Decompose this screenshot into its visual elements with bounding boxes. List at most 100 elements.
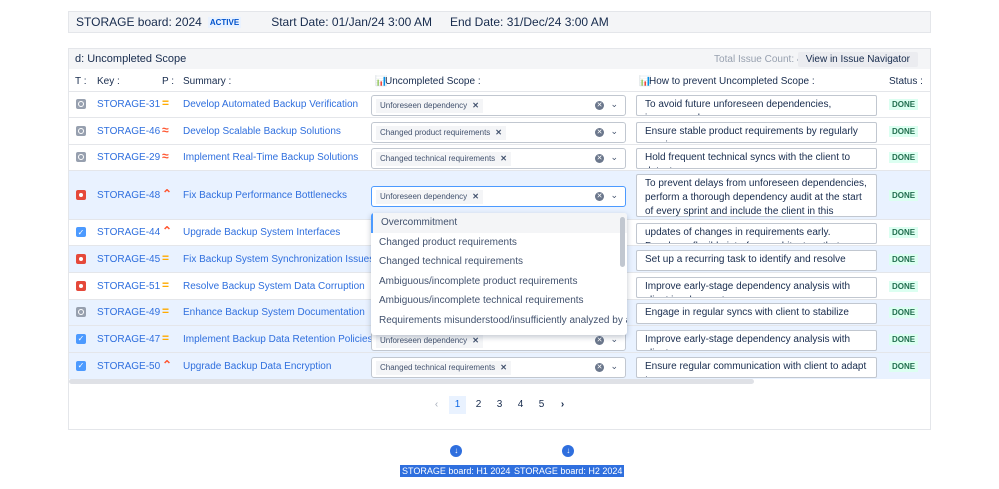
issue-summary-link[interactable]: Upgrade Backup System Interfaces [183, 227, 340, 238]
issue-summary-link[interactable]: Upgrade Backup Data Encryption [183, 361, 331, 372]
status-badge: DONE [889, 360, 919, 372]
download-h2-button[interactable]: ↓ STORAGE board: H2 2024 [512, 445, 625, 477]
issue-summary-link[interactable]: Enhance Backup System Documentation [183, 307, 365, 318]
dropdown-option[interactable]: Overcommitment [371, 213, 627, 233]
view-in-issue-navigator-button[interactable]: View in Issue Navigator [797, 52, 918, 67]
scope-tag: Changed technical requirements ✕ [376, 152, 511, 166]
download-h1-button[interactable]: ↓ STORAGE board: H1 2024 [400, 445, 513, 477]
chevron-down-icon[interactable]: ⌄ [610, 334, 618, 345]
clear-icon[interactable]: ✕ [595, 101, 604, 110]
status-badge: DONE [889, 189, 919, 201]
priority-high-icon: ⌃ [162, 224, 173, 238]
download-h2-label[interactable]: STORAGE board: H2 2024 [512, 465, 625, 477]
issue-key-link[interactable]: STORAGE-51 [97, 281, 160, 292]
issue-summary-link[interactable]: Develop Automated Backup Verification [183, 99, 358, 110]
col-summary[interactable]: Summary : [183, 76, 231, 87]
table-row: STORAGE-46 ≈ Develop Scalable Backup Sol… [69, 117, 930, 144]
page-3-button[interactable]: 3 [491, 396, 508, 414]
prevent-textarea[interactable]: Ensure stable product requirements by re… [636, 121, 877, 143]
bug-type-icon [76, 280, 86, 291]
col-status[interactable]: Status : [889, 76, 923, 87]
clear-icon[interactable]: ✕ [595, 362, 604, 372]
uncompleted-scope-select[interactable]: Changed product requirements ✕ ✕ ⌄ [371, 121, 626, 143]
col-type[interactable]: T : [75, 76, 86, 87]
prevent-textarea[interactable]: updates of changes in requirements early… [636, 223, 877, 244]
scope-tag: Changed technical requirements ✕ [376, 360, 511, 375]
dropdown-option[interactable]: Requirements misunderstood/insufficientl… [371, 311, 627, 331]
table-row: STORAGE-31 = Develop Automated Backup Ve… [69, 91, 930, 117]
chevron-down-icon[interactable]: ⌄ [610, 361, 618, 372]
prevent-textarea[interactable]: To avoid future unforeseen dependencies,… [636, 95, 877, 116]
remove-tag-icon[interactable]: ✕ [500, 154, 507, 163]
issue-key-link[interactable]: STORAGE-45 [97, 254, 160, 265]
download-h1-label[interactable]: STORAGE board: H1 2024 [400, 465, 513, 477]
task-type-icon: ✓ [76, 333, 86, 344]
dropdown-option[interactable]: Changed product requirements [371, 233, 627, 253]
issue-key-link[interactable]: STORAGE-49 [97, 307, 160, 318]
issue-key-link[interactable]: STORAGE-48 [97, 190, 160, 201]
col-key[interactable]: Key : [97, 76, 120, 87]
status-badge: DONE [889, 99, 919, 110]
dropdown-option[interactable]: Ambiguous/incomplete product requirement… [371, 272, 627, 292]
prevent-textarea[interactable]: Engage in regular syncs with client to s… [636, 303, 877, 324]
issue-key-link[interactable]: STORAGE-50 [97, 361, 160, 372]
page-5-button[interactable]: 5 [533, 396, 550, 414]
uncompleted-scope-select[interactable]: Unforeseen dependency ✕ ✕ ⌄ [371, 95, 626, 116]
issue-summary-link[interactable]: Fix Backup System Synchronization Issues [183, 254, 374, 265]
dropdown-option[interactable]: Ambiguous/incomplete technical requireme… [371, 291, 627, 311]
chevron-down-icon[interactable]: ⌄ [610, 152, 618, 163]
issue-key-link[interactable]: STORAGE-46 [97, 126, 160, 137]
scope-tag-label: Unforeseen dependency [380, 191, 468, 201]
status-badge: DONE [889, 227, 919, 238]
remove-tag-icon[interactable]: ✕ [472, 101, 479, 110]
prevent-textarea[interactable]: Hold frequent technical syncs with the c… [636, 148, 877, 169]
prevent-textarea[interactable]: To prevent delays from unforeseen depend… [636, 174, 877, 217]
issue-key-link[interactable]: STORAGE-44 [97, 227, 160, 238]
remove-tag-icon[interactable]: ✕ [472, 336, 479, 345]
remove-tag-icon[interactable]: ✕ [500, 363, 507, 372]
page-4-button[interactable]: 4 [512, 396, 529, 414]
page-2-button[interactable]: 2 [470, 396, 487, 414]
scope-tag-label: Unforeseen dependency [380, 335, 468, 345]
table-row: ✓ STORAGE-50 ⌃ Upgrade Backup Data Encry… [69, 352, 930, 379]
issue-summary-link[interactable]: Fix Backup Performance Bottlenecks [183, 190, 347, 201]
prevent-textarea[interactable]: Ensure regular communication with client… [636, 356, 877, 378]
clear-icon[interactable]: ✕ [595, 191, 604, 201]
scope-tag: Unforeseen dependency ✕ [376, 333, 483, 348]
col-priority[interactable]: P : [162, 76, 174, 87]
issue-summary-link[interactable]: Develop Scalable Backup Solutions [183, 126, 341, 137]
scope-tag: Changed product requirements ✕ [376, 125, 506, 140]
chevron-down-icon[interactable]: ⌄ [610, 190, 618, 201]
uncompleted-scope-select[interactable]: Changed technical requirements ✕ ✕ ⌄ [371, 148, 626, 169]
clear-icon[interactable]: ✕ [595, 127, 604, 137]
col-uncompleted-scope[interactable]: Uncompleted Scope : [385, 76, 481, 87]
improvement-type-icon [76, 125, 86, 136]
next-page-button[interactable]: › [554, 396, 571, 414]
prevent-textarea[interactable]: Set up a recurring task to identify and … [636, 249, 877, 271]
issue-key-link[interactable]: STORAGE-31 [97, 99, 160, 110]
prevent-textarea[interactable]: Improve early-stage dependency analysis … [636, 276, 877, 298]
chevron-down-icon[interactable]: ⌄ [610, 126, 618, 137]
clear-icon[interactable]: ✕ [595, 335, 604, 345]
issue-summary-link[interactable]: Implement Real-Time Backup Solutions [183, 152, 358, 163]
uncompleted-scope-select[interactable]: Changed technical requirements ✕ ✕ ⌄ [371, 356, 626, 378]
dropdown-scrollbar[interactable] [620, 217, 625, 267]
scope-options-dropdown: Overcommitment Changed product requiremen… [371, 213, 627, 335]
prev-page-button[interactable]: ‹ [428, 396, 445, 414]
uncompleted-scope-select[interactable]: Unforeseen dependency ✕ ✕ ⌄ [371, 185, 626, 207]
remove-tag-icon[interactable]: ✕ [472, 192, 479, 201]
issue-summary-link[interactable]: Implement Backup Data Retention Policies [183, 334, 373, 345]
clear-icon[interactable]: ✕ [595, 154, 604, 163]
dropdown-option[interactable]: Changed technical requirements [371, 252, 627, 272]
page-1-button[interactable]: 1 [449, 396, 466, 414]
status-badge: DONE [889, 333, 919, 345]
horizontal-scrollbar[interactable] [69, 379, 754, 384]
issue-key-link[interactable]: STORAGE-29 [97, 152, 160, 163]
issue-summary-link[interactable]: Resolve Backup System Data Corruption [183, 281, 365, 292]
remove-tag-icon[interactable]: ✕ [495, 128, 502, 137]
issue-key-link[interactable]: STORAGE-47 [97, 334, 160, 345]
download-icon: ↓ [562, 445, 575, 457]
prevent-textarea[interactable]: Improve early-stage dependency analysis … [636, 329, 877, 351]
chevron-down-icon[interactable]: ⌄ [610, 99, 618, 110]
col-how-to-prevent[interactable]: How to prevent Uncompleted Scope : [649, 76, 815, 87]
